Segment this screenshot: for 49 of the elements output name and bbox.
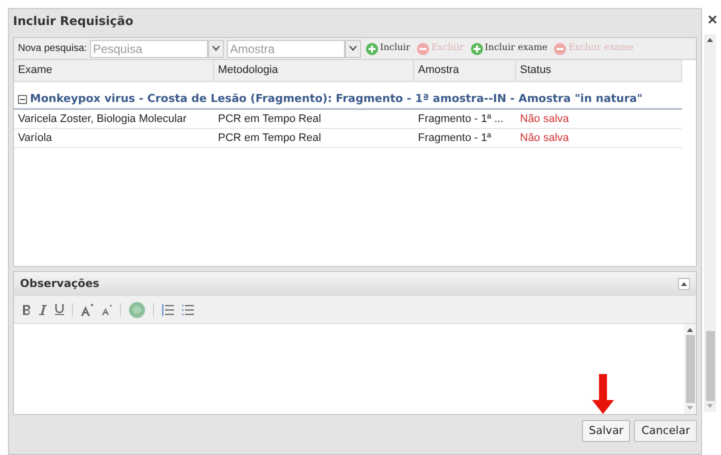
scroll-thumb[interactable] xyxy=(686,335,694,403)
collapse-icon[interactable] xyxy=(18,94,27,104)
collapse-button[interactable] xyxy=(678,278,690,290)
column-header[interactable]: Exame xyxy=(14,60,214,81)
column-header[interactable]: Metodologia xyxy=(214,60,414,81)
font-smaller-icon[interactable] xyxy=(102,304,112,314)
add-button[interactable]: Incluir exame xyxy=(468,42,550,56)
chevron-down-icon xyxy=(212,46,220,52)
table-cell-text: Varicela Zoster, Biologia Molecular xyxy=(17,112,188,127)
group-header: Monkeypox virus - Crosta de Lesão (Fragmento): Fragmento - 1ª amostra--IN - Amostra "in natura" xyxy=(30,90,643,107)
column-header[interactable]: Status xyxy=(516,60,682,81)
dropdown-button[interactable] xyxy=(344,40,361,58)
search-field[interactable]: Pesquisa xyxy=(90,40,208,58)
add-button[interactable]: Incluir xyxy=(364,42,412,56)
color-icon[interactable] xyxy=(129,302,145,318)
status-text: Não salva xyxy=(519,130,570,146)
window-title: Incluir Requisição xyxy=(13,13,134,30)
bold-icon[interactable] xyxy=(22,304,31,314)
italic-icon[interactable] xyxy=(39,304,47,314)
numbered-list-icon[interactable] xyxy=(162,304,174,316)
column-header[interactable]: Amostra xyxy=(414,60,516,81)
sample-field[interactable]: Amostra xyxy=(226,40,345,58)
plus-icon xyxy=(366,42,378,54)
scrollbar[interactable] xyxy=(684,324,696,414)
chevron-down-icon xyxy=(348,46,357,52)
table-cell-text: Fragmento - 1ª xyxy=(417,130,492,146)
underline-icon[interactable] xyxy=(55,304,64,315)
bullet-list-icon[interactable] xyxy=(182,304,194,316)
dropdown-button[interactable] xyxy=(208,40,224,58)
search-label: Nova pesquisa: xyxy=(18,42,87,56)
font-larger-icon[interactable] xyxy=(81,304,94,316)
table-cell-text: PCR em Tempo Real xyxy=(217,130,322,146)
plus-icon xyxy=(470,42,483,54)
minus-icon xyxy=(554,42,566,54)
table-cell-text: PCR em Tempo Real xyxy=(217,112,322,127)
minus-icon xyxy=(417,42,430,54)
arrow-down-icon xyxy=(592,374,614,414)
save-button[interactable]: Salvar xyxy=(582,420,630,442)
panel-title: Observações xyxy=(20,276,100,292)
table-cell-text: Varíola xyxy=(17,130,54,146)
scroll-thumb[interactable] xyxy=(706,331,714,401)
close-icon xyxy=(708,14,717,24)
scroll-up-icon[interactable] xyxy=(687,328,693,332)
caret-icon xyxy=(681,282,687,286)
scroll-up-icon[interactable] xyxy=(707,38,713,42)
cancel-button[interactable]: Cancelar xyxy=(634,420,697,442)
status-text: Não salva xyxy=(519,112,570,127)
scrollbar[interactable] xyxy=(704,34,716,412)
table-cell-text: Fragmento - 1ª ... xyxy=(417,112,504,127)
